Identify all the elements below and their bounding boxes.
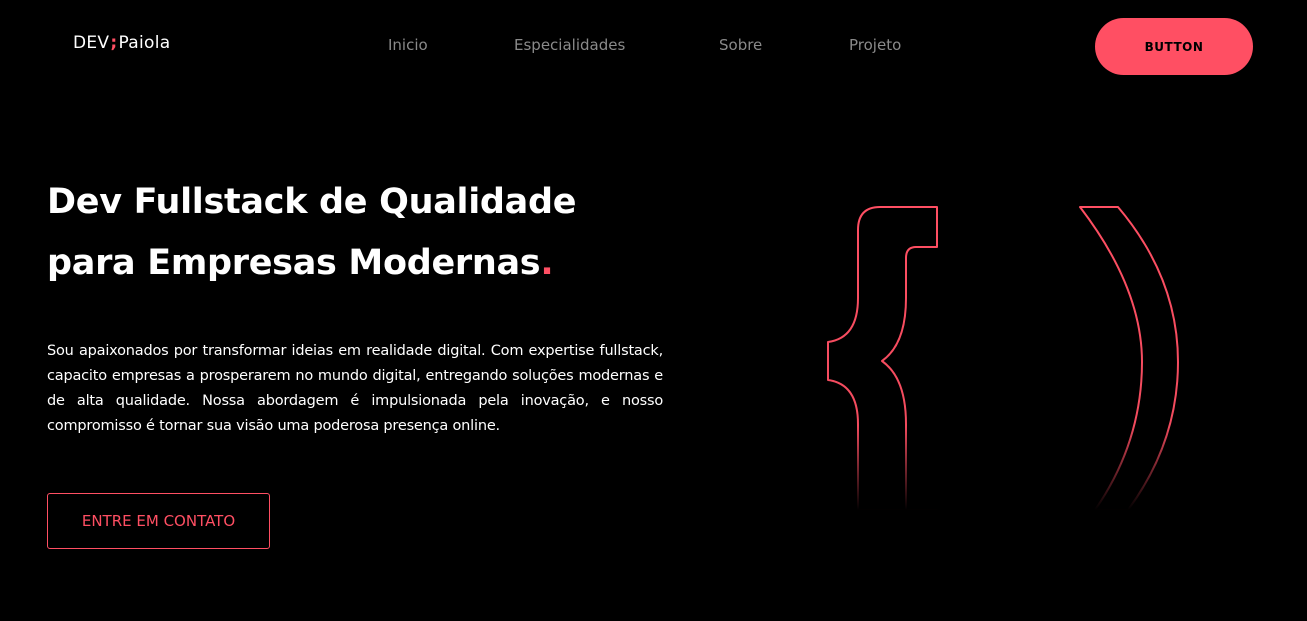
hero-title-dot: . [540, 243, 554, 283]
landing-page: DEV; Paiola Inicio Especialidades Sobre P… [0, 0, 1307, 621]
nav-link-sobre[interactable]: Sobre [719, 36, 762, 54]
code-brace-paren-icon [827, 206, 1179, 510]
header-cta-button[interactable]: BUTTON [1095, 18, 1253, 75]
nav-link-projeto[interactable]: Projeto [849, 36, 901, 54]
curly-brace-outline [827, 206, 938, 510]
nav-link-especialidades[interactable]: Especialidades [514, 36, 625, 54]
nav-link-inicio[interactable]: Inicio [388, 36, 428, 54]
parenthesis-outline [1079, 206, 1179, 510]
contact-button[interactable]: ENTRE EM CONTATO [47, 493, 270, 549]
hero-title-line-2: para Empresas Modernas. [47, 233, 687, 294]
hero-title: Dev Fullstack de Qualidade para Empresas… [47, 172, 687, 294]
hero-title-line-1: Dev Fullstack de Qualidade [47, 182, 577, 222]
hero-description: Sou apaixonados por transformar ideias e… [47, 343, 663, 434]
hero-title-line-2-text: para Empresas Modernas [47, 243, 541, 283]
